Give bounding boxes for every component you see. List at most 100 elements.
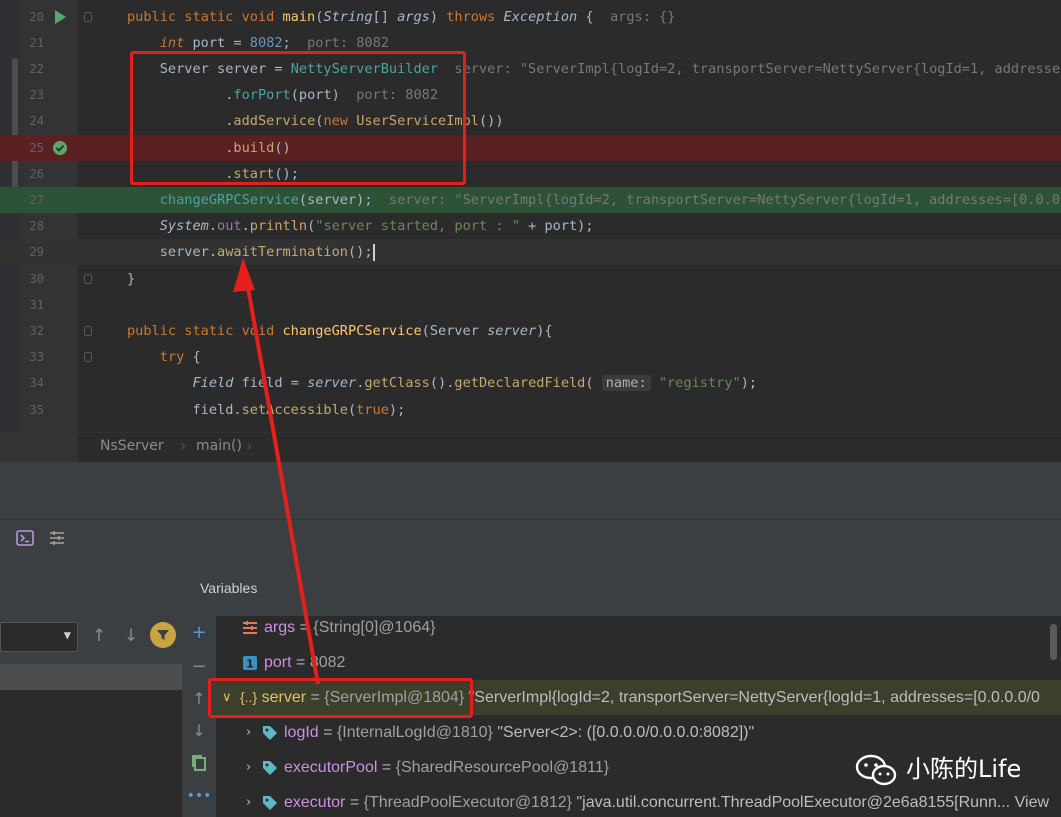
add-watch-icon[interactable]: + <box>182 620 216 646</box>
code-token: throws <box>446 8 504 25</box>
fold-marker-icon[interactable] <box>84 325 92 336</box>
code-token: } <box>127 270 136 287</box>
code-token: Field <box>192 375 234 392</box>
annotation-box-builder <box>130 51 466 185</box>
code-line[interactable]: 29 server.awaitTermination(); <box>0 239 1061 266</box>
copy-icon[interactable] <box>182 750 216 776</box>
frames-list[interactable] <box>0 664 182 817</box>
line-number[interactable]: 29 <box>20 239 44 265</box>
inline-hint: args: {} <box>609 8 676 25</box>
code-token: main <box>282 8 316 25</box>
breadcrumb-method[interactable]: main() <box>196 438 242 454</box>
thread-selector[interactable]: ▼ <box>0 622 78 652</box>
console-icon[interactable] <box>14 530 36 550</box>
code-token: true <box>356 401 389 418</box>
breadcrumb: NsServer › main() › <box>0 432 1061 463</box>
watermark: 小陈的Life <box>854 752 1054 788</box>
watermark-text: 小陈的Life <box>906 755 1022 783</box>
line-number[interactable]: 33 <box>20 344 44 370</box>
code-token: args <box>397 8 430 25</box>
threads-icon[interactable] <box>46 530 68 550</box>
code-token: ()) <box>478 113 504 130</box>
code-line[interactable]: 33 try { <box>0 344 1061 370</box>
line-number[interactable]: 22 <box>20 56 44 82</box>
more-icon[interactable]: ••• <box>182 783 216 809</box>
code-text: changeGRPCService(server); server: "Serv… <box>127 187 1061 213</box>
variable-description: "java.util.concurrent.ThreadPoolExecutor… <box>576 794 1050 811</box>
code-token: setAccessible <box>241 401 348 418</box>
code-line[interactable]: 31 <box>0 292 1061 318</box>
run-icon[interactable] <box>52 9 68 25</box>
line-number[interactable]: 20 <box>20 4 44 30</box>
variable-row-args[interactable]: args = {String[0]@1064} <box>216 616 1061 645</box>
remove-watch-icon[interactable]: − <box>182 654 216 680</box>
line-number[interactable]: 34 <box>20 370 44 396</box>
code-token: ; <box>282 34 308 51</box>
chevron-right-icon[interactable]: › <box>246 750 251 785</box>
code-line[interactable]: 20 public static void main(String[] args)… <box>0 4 1061 30</box>
line-number[interactable]: 28 <box>20 213 44 239</box>
wechat-logo-icon <box>855 754 897 786</box>
fold-marker-icon[interactable] <box>84 11 92 22</box>
code-line[interactable]: 27 changeGRPCService(server); server: "S… <box>0 186 1061 214</box>
chevron-right-icon[interactable]: › <box>246 715 251 750</box>
variable-name: logId <box>284 724 319 741</box>
line-number[interactable]: 31 <box>20 292 44 318</box>
move-down-icon[interactable]: ↓ <box>182 718 216 744</box>
inline-hint: name: <box>601 375 651 392</box>
code-token: awaitTermination <box>217 244 348 261</box>
code-token: ){ <box>536 322 553 339</box>
breakpoint-check-icon[interactable] <box>52 140 68 156</box>
variable-row-executor[interactable]: › executor = {ThreadPoolExecutor@1812} "… <box>216 785 1061 817</box>
code-text: public static void main(String[] args) t… <box>127 4 675 30</box>
line-number[interactable]: 24 <box>20 108 44 134</box>
line-number[interactable]: 30 <box>20 266 44 292</box>
breadcrumb-separator-icon: › <box>180 436 187 455</box>
code-token: println <box>249 218 308 235</box>
variable-value: {ThreadPoolExecutor@1812} <box>363 794 572 811</box>
code-text: System.out.println("server started, port… <box>127 213 594 239</box>
code-token: ( <box>347 401 357 418</box>
line-number[interactable]: 23 <box>20 82 44 108</box>
code-line[interactable]: 28 System.out.println("server started, p… <box>0 213 1061 239</box>
code-token: port = <box>192 34 250 51</box>
line-number[interactable]: 26 <box>20 161 44 187</box>
code-text: field.setAccessible(true); <box>127 397 405 423</box>
debug-tabs <box>0 520 1061 558</box>
code-line[interactable]: 30} <box>0 266 1061 292</box>
text-caret <box>372 243 375 261</box>
line-number[interactable]: 32 <box>20 318 44 344</box>
line-number[interactable]: 25 <box>20 135 44 161</box>
code-token: getDeclaredField <box>454 375 586 392</box>
arrow-up-icon[interactable]: ↑ <box>88 625 110 647</box>
chevron-right-icon[interactable]: › <box>246 785 251 817</box>
variable-name: executorPool <box>284 759 378 776</box>
breadcrumb-class[interactable]: NsServer <box>100 438 164 454</box>
line-number[interactable]: 27 <box>20 187 44 213</box>
fold-marker-icon[interactable] <box>84 352 92 363</box>
frame-item-selected[interactable] <box>0 664 182 690</box>
line-number[interactable]: 35 <box>20 397 44 423</box>
code-token: . <box>208 218 218 235</box>
code-token: [] <box>372 8 398 25</box>
variable-row-port[interactable]: 1 port = 8082 <box>216 645 1061 680</box>
inline-hint: server: "ServerImpl{logId=2, transportSe… <box>454 60 1061 77</box>
tool-window-header <box>0 462 1061 520</box>
code-token: server <box>487 322 537 339</box>
code-line[interactable]: 34 Field field = server.getClass().getDe… <box>0 370 1061 396</box>
code-token: server <box>307 375 357 392</box>
arrow-down-icon[interactable]: ↓ <box>120 625 142 647</box>
code-line[interactable]: 32 public static void changeGRPCService(S… <box>0 318 1061 344</box>
line-number[interactable]: 21 <box>20 30 44 56</box>
variable-row-logid[interactable]: › logId = {InternalLogId@1810} "Server<2… <box>216 715 1061 750</box>
code-text: public static void changeGRPCService(Ser… <box>127 318 553 344</box>
filter-icon[interactable] <box>150 622 176 648</box>
code-line[interactable]: 35 field.setAccessible(true); <box>0 397 1061 423</box>
fold-marker-icon[interactable] <box>84 273 92 284</box>
breadcrumb-gutter <box>0 433 78 463</box>
code-token: System <box>159 218 209 235</box>
